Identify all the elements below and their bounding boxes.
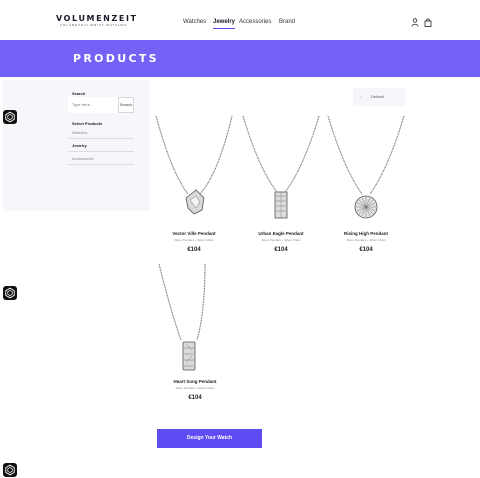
product-image[interactable] — [152, 114, 236, 228]
product-image[interactable] — [239, 114, 323, 228]
product-price: €104 — [188, 395, 202, 401]
product-description: Silver Pendant + Silver Chain — [174, 238, 214, 242]
page-hero-banner: PRODUCTS — [0, 40, 480, 77]
product-card[interactable]: Rising High Pendant Silver Pendant + Sil… — [324, 114, 408, 260]
search-label: Search — [72, 91, 86, 96]
product-name[interactable]: Vector Ville Pendant — [152, 231, 236, 237]
user-icon[interactable] — [411, 18, 419, 27]
product-price: €104 — [359, 247, 373, 253]
product-description: Silver Pendant + Silver Chain — [261, 238, 301, 242]
nav-item-jewelry[interactable]: Jewelry — [213, 18, 236, 29]
shopping-bag-icon[interactable] — [424, 18, 432, 27]
site-header: VOLUMENZEIT VOLUMETRIC WRIST WATCHES Wat… — [0, 0, 480, 40]
select-products-label: Select Products — [72, 121, 103, 126]
product-image[interactable] — [324, 114, 408, 228]
nav-active-underline — [213, 28, 236, 29]
logo-wordmark: VOLUMENZEIT — [56, 14, 138, 23]
cube-badge-icon[interactable] — [3, 286, 17, 300]
sort-select[interactable]: ← Default — [353, 88, 405, 106]
search-input[interactable] — [68, 97, 118, 113]
product-name[interactable]: Urban Eagle Pendant — [239, 231, 323, 237]
product-name[interactable]: Rising High Pendant — [324, 231, 408, 237]
sort-selected-value: Default — [371, 94, 384, 99]
product-price: €104 — [274, 247, 288, 253]
sidebar-divider — [68, 164, 134, 165]
sidebar-divider — [68, 151, 134, 152]
sidebar-item-watches[interactable]: Watches — [72, 130, 87, 135]
sidebar-item-jewelry[interactable]: Jewelry — [72, 143, 87, 148]
search-button[interactable]: Search — [118, 97, 134, 113]
page-title: PRODUCTS — [73, 52, 159, 65]
cube-badge-icon[interactable] — [3, 463, 17, 477]
sort-arrow-icon: ← — [359, 94, 363, 99]
product-name[interactable]: Heart Song Pendant — [153, 379, 237, 385]
product-description: Silver Pendant + Silver Chain — [346, 238, 386, 242]
product-card[interactable]: Urban Eagle Pendant Silver Pendant + Sil… — [239, 114, 323, 260]
logo-tagline: VOLUMETRIC WRIST WATCHES — [60, 23, 128, 27]
nav-item-label: Jewelry — [213, 19, 236, 25]
product-image[interactable] — [153, 262, 237, 376]
brand-logo[interactable]: VOLUMENZEIT VOLUMETRIC WRIST WATCHES — [56, 14, 140, 32]
product-card[interactable]: Vector Ville Pendant Silver Pendant + Si… — [152, 114, 236, 260]
cube-badge-icon[interactable] — [3, 110, 17, 124]
nav-item-brand[interactable]: Brand — [279, 18, 295, 26]
design-your-watch-button[interactable]: Design Your Watch — [157, 429, 262, 448]
product-card[interactable]: Heart Song Pendant Silver Pendant + Silv… — [153, 262, 237, 408]
sidebar-divider — [68, 138, 134, 139]
sidebar-item-accessories[interactable]: Accessories — [72, 156, 94, 161]
nav-item-watches[interactable]: Watches — [183, 18, 206, 26]
nav-item-accessories[interactable]: Accessories — [239, 18, 271, 26]
product-price: €104 — [187, 247, 201, 253]
product-description: Silver Pendant + Silver Chain — [175, 386, 215, 390]
